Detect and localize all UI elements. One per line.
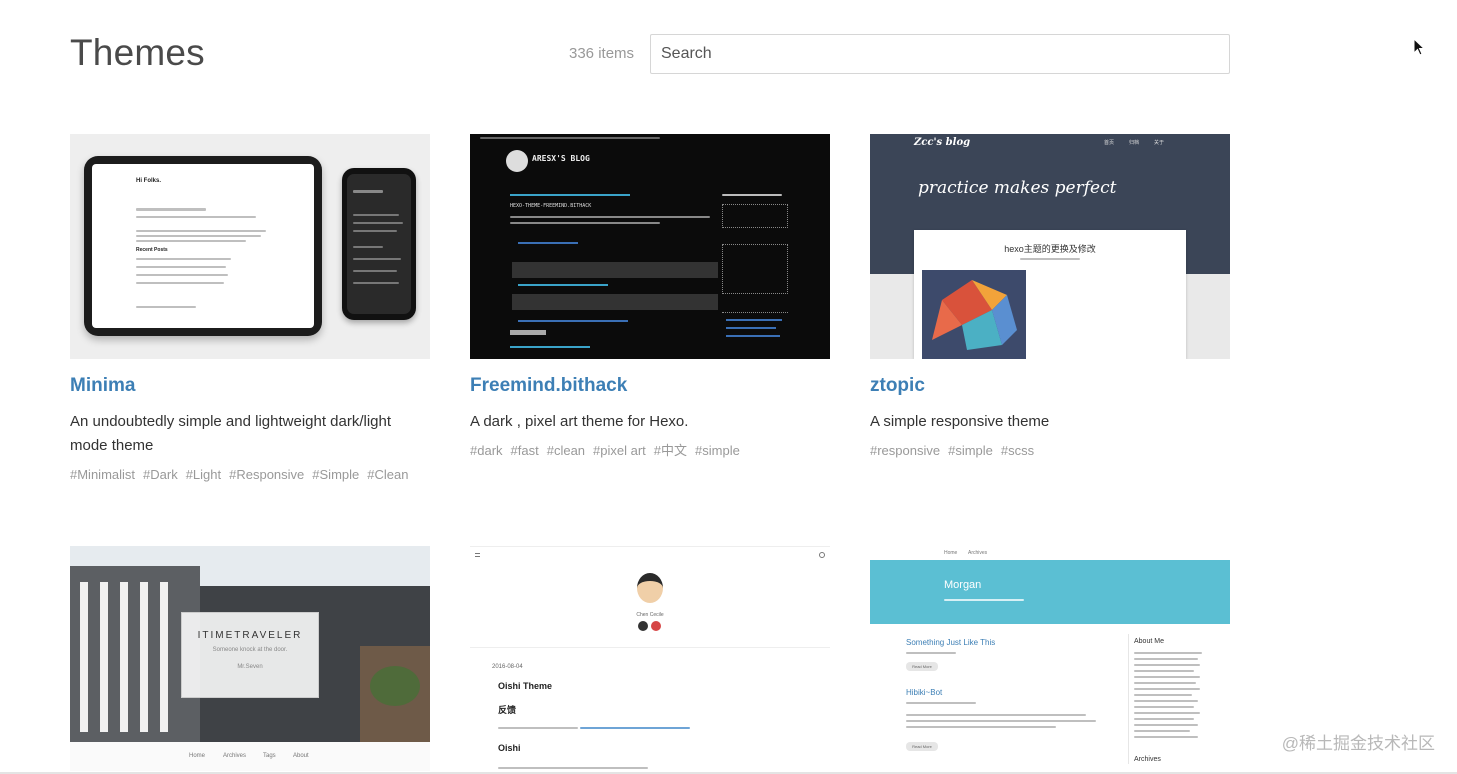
theme-thumbnail[interactable]: ITIMETRAVELER Someone knock at the door.…	[70, 546, 430, 771]
thumb-sub: 反馈	[498, 705, 517, 715]
thumb-post-2: Hibiki~Bot	[906, 688, 943, 697]
theme-title-link[interactable]: Freemind.bithack	[470, 375, 830, 397]
thumb-nav-0: 首页	[1104, 140, 1115, 146]
tag[interactable]: #dark	[470, 442, 503, 459]
tag[interactable]: #Dark	[143, 466, 178, 483]
theme-description: An undoubtedly simple and lightweight da…	[70, 413, 392, 454]
theme-card-oishi: Chen Cecile 2016-08-04 Oishi Theme 反馈 Oi…	[470, 546, 830, 771]
thumb-nav-2: 关于	[1154, 140, 1165, 146]
thumb-post-title: hexo主题的更换及修改	[1004, 244, 1096, 254]
tag[interactable]: #scss	[1001, 442, 1034, 459]
tag[interactable]: #simple	[695, 442, 740, 459]
thumb-date: 2016-08-04	[492, 664, 523, 670]
thumb-blog-name: Zcc's blog	[914, 137, 971, 148]
item-count: 336 items	[569, 45, 635, 62]
thumb-nav-0: Home	[944, 550, 958, 556]
thumb-blog-name: Morgan	[944, 579, 982, 591]
thumb-heading: Hi Folks.	[136, 178, 162, 184]
theme-title-link[interactable]: ztopic	[870, 375, 1230, 397]
theme-title-link[interactable]: Minima	[70, 375, 430, 397]
tag-list: #responsive #simple #scss	[870, 442, 1230, 459]
theme-card-morgan: Home Archives Morgan Something Just Like…	[870, 546, 1230, 771]
thumb-nav-0: Home	[189, 753, 206, 759]
thumb-nav-2: Tags	[263, 753, 276, 759]
thumb-nav-1: 归档	[1129, 140, 1140, 146]
tag[interactable]: #Clean	[367, 466, 408, 483]
tag[interactable]: #Light	[186, 466, 221, 483]
thumb-section: Recent Posts	[136, 247, 168, 253]
thumb-subtitle: Someone knock at the door.	[212, 647, 288, 653]
theme-description: A simple responsive theme	[870, 413, 1050, 430]
thumb-nav-1: Archives	[223, 753, 247, 759]
tag[interactable]: #Responsive	[229, 466, 304, 483]
theme-description: A dark , pixel art theme for Hexo.	[470, 413, 689, 430]
theme-card-freemind: ARESX'S BLOG HEXO-THEME-FREEMIND.BITHACK…	[470, 134, 830, 459]
thumb-nav-1: Archives	[968, 550, 988, 556]
theme-thumbnail[interactable]: Chen Cecile 2016-08-04 Oishi Theme 反馈 Oi…	[470, 546, 830, 771]
theme-thumbnail[interactable]: Zcc's blog 首页 归档 关于 practice makes perfe…	[870, 134, 1230, 359]
theme-card-timetraveler: ITIMETRAVELER Someone knock at the door.…	[70, 546, 430, 771]
thumb-tagline: practice makes perfect	[918, 178, 1117, 198]
theme-thumbnail[interactable]: ARESX'S BLOG HEXO-THEME-FREEMIND.BITHACK	[470, 134, 830, 359]
tag-list: #dark #fast #clean #pixel art #中文 #simple	[470, 442, 830, 459]
tag[interactable]: #Minimalist	[70, 466, 135, 483]
tag[interactable]: #Simple	[312, 466, 359, 483]
thumb-sidebar-title: About Me	[1134, 638, 1164, 645]
thumb-nav-3: About	[293, 753, 309, 759]
tag[interactable]: #clean	[547, 442, 585, 459]
thumb-post-title: Oishi Theme	[498, 681, 553, 691]
watermark: @稀土掘金技术社区	[1281, 734, 1435, 753]
theme-card-minima: Hi Folks. Recent Posts Minima An undoubt…	[70, 134, 430, 483]
tag[interactable]: #中文	[654, 442, 687, 459]
page-header: Themes 336 items	[70, 30, 1230, 80]
thumb-archives-title: Archives	[1134, 756, 1161, 763]
tag[interactable]: #pixel art	[593, 442, 646, 459]
theme-thumbnail[interactable]: Hi Folks. Recent Posts	[70, 134, 430, 359]
theme-card-ztopic: Zcc's blog 首页 归档 关于 practice makes perfe…	[870, 134, 1230, 459]
tag[interactable]: #simple	[948, 442, 993, 459]
thumb-author: Chen Cecile	[636, 612, 664, 618]
thumb-repo-line: HEXO-THEME-FREEMIND.BITHACK	[510, 203, 592, 209]
thumb-post-1: Something Just Like This	[906, 638, 996, 647]
theme-thumbnail[interactable]: Home Archives Morgan Something Just Like…	[870, 546, 1230, 771]
thumb-heading: Oishi	[498, 743, 521, 753]
thumb-blog-title: ARESX'S BLOG	[532, 154, 590, 163]
tag[interactable]: #responsive	[870, 442, 940, 459]
thumb-author: Mr.Seven	[237, 664, 263, 670]
thumb-title: ITIMETRAVELER	[197, 630, 303, 641]
thumb-more-button: Read More	[906, 742, 938, 751]
thumb-more-button: Read More	[906, 662, 938, 671]
tag[interactable]: #fast	[511, 442, 539, 459]
search-input[interactable]	[650, 34, 1230, 74]
mouse-cursor-icon	[1413, 38, 1425, 56]
page-title: Themes	[70, 32, 205, 73]
tag-list: #Minimalist #Dark #Light #Responsive #Simple…	[70, 466, 430, 483]
